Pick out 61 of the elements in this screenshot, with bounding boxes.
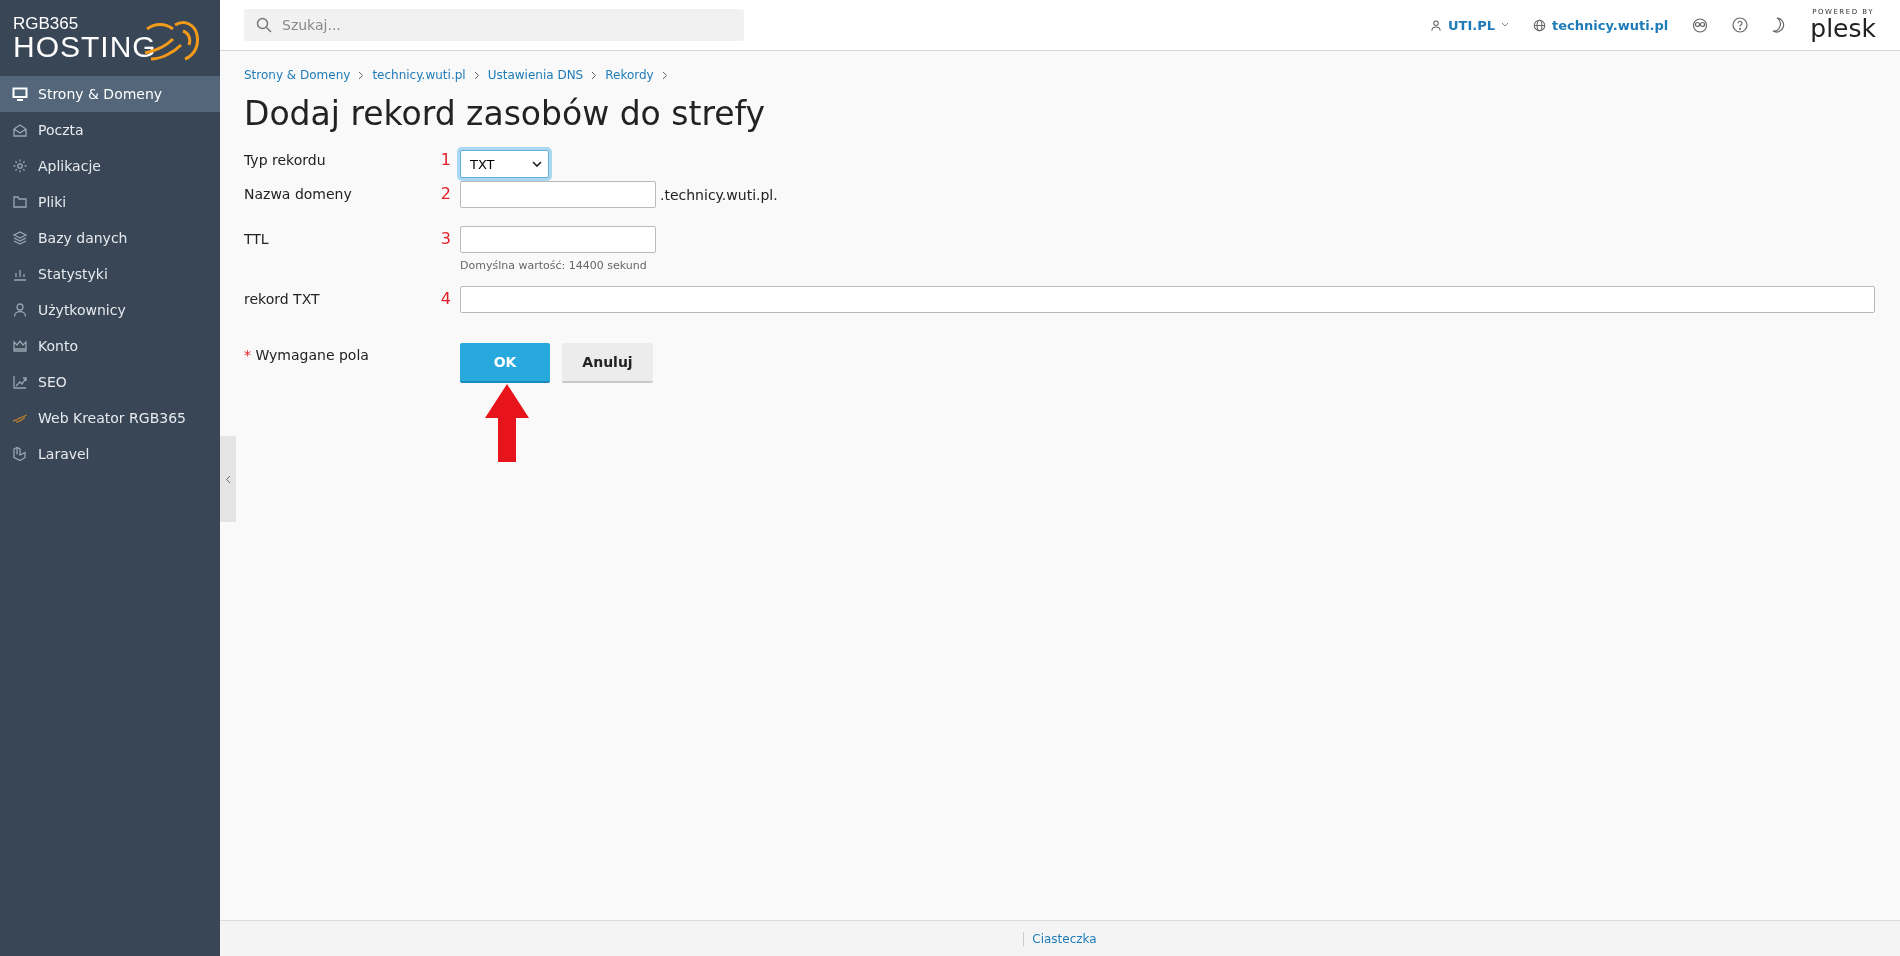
step-number: 4 <box>439 288 452 308</box>
user-menu[interactable]: UTI.PL <box>1430 17 1510 33</box>
sidebar-item[interactable]: Poczta <box>0 112 220 148</box>
caret-icon <box>1501 22 1510 28</box>
sidebar-item[interactable]: Użytkownicy <box>0 292 220 328</box>
input-field[interactable] <box>460 286 1875 313</box>
search-field[interactable]: Szukaj... <box>244 9 744 41</box>
user-icon <box>1430 18 1442 32</box>
breadcrumb-link[interactable]: technicy.wuti.pl <box>372 68 466 82</box>
breadcrumb-link[interactable]: Rekordy <box>605 68 654 82</box>
moon-icon[interactable] <box>1772 17 1787 33</box>
collapse-handle[interactable] <box>220 436 236 522</box>
field-label: Typ rekordu <box>244 151 327 168</box>
monitor-icon <box>12 86 28 102</box>
sidebar-item[interactable]: Pliki <box>0 184 220 220</box>
step-number: 3 <box>439 228 452 248</box>
sidebar-item[interactable]: Bazy danych <box>0 220 220 256</box>
domain-link[interactable]: technicy.wuti.pl <box>1533 17 1669 33</box>
sidebar-item[interactable]: Konto <box>0 328 220 364</box>
breadcrumb-link[interactable]: Ustawienia DNS <box>487 68 584 82</box>
chevron-icon <box>473 70 480 80</box>
cancel-button[interactable]: Anuluj <box>562 343 653 383</box>
logo-text: RGB365 <box>13 14 80 32</box>
folder-icon <box>12 194 28 210</box>
envelope-icon <box>12 122 28 138</box>
breadcrumb-link[interactable]: Strony & Domeny <box>244 68 351 82</box>
sidebar-item[interactable]: Aplikacje <box>0 148 220 184</box>
gear-icon <box>12 158 28 174</box>
input-field[interactable] <box>460 181 656 208</box>
user-icon <box>12 302 28 318</box>
step-number: 2 <box>439 183 452 203</box>
globe-icon <box>1533 18 1547 32</box>
required-note: * Wymagane pola <box>244 346 370 363</box>
search-input[interactable]: Szukaj... <box>280 16 732 34</box>
field-label: TTL <box>244 230 270 247</box>
crown-icon <box>12 338 28 354</box>
sidebar-item[interactable]: Web Kreator RGB365 <box>0 400 220 436</box>
brand-logo: plesk <box>1810 16 1876 41</box>
field-label: rekord TXT <box>244 290 321 307</box>
input-field[interactable] <box>460 226 656 253</box>
layers-icon <box>12 230 28 246</box>
chevron-icon <box>591 70 598 80</box>
step-number: 1 <box>439 149 452 169</box>
chevron-icon <box>358 70 365 80</box>
help-icon[interactable] <box>1732 17 1749 33</box>
domain-suffix: .technicy.wuti.pl. <box>660 186 778 203</box>
logo-text: HOSTING <box>13 31 157 62</box>
sidebar-item[interactable]: Strony & Domeny <box>0 76 220 112</box>
sidebar-item[interactable]: Statystyki <box>0 256 220 292</box>
sidebar-item[interactable]: Laravel <box>0 436 220 472</box>
trend-chart-icon <box>12 374 28 390</box>
sidebar-item[interactable]: SEO <box>0 364 220 400</box>
caret-icon <box>532 160 542 168</box>
footer-link[interactable]: Ciasteczka <box>1023 931 1097 946</box>
chevron-icon <box>661 70 668 80</box>
search-icon <box>256 17 272 33</box>
record-type-select[interactable]: TXT <box>460 150 549 178</box>
cube-stack-icon <box>12 446 28 462</box>
field-hint: Domyślna wartość: 14400 sekund <box>460 259 647 272</box>
field-label: Nazwa domeny <box>244 185 353 202</box>
page-title: Dodaj rekord zasobów do strefy <box>244 94 767 133</box>
